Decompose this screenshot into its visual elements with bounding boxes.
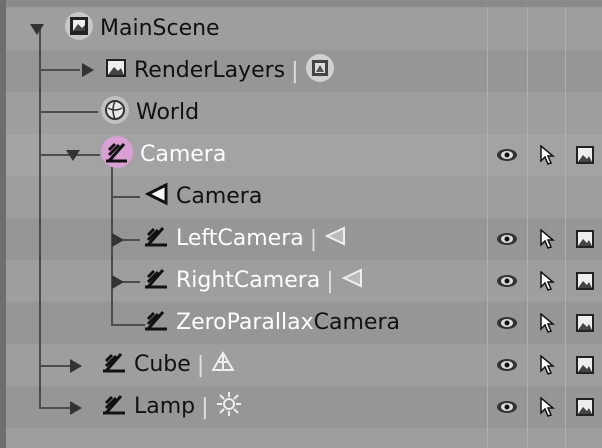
panel-header-strip — [0, 0, 602, 7]
render-icon[interactable] — [574, 270, 596, 292]
eye-icon[interactable] — [496, 270, 518, 292]
tree-item-label: World — [136, 100, 200, 125]
render-icon[interactable] — [574, 312, 596, 334]
lamp-icon[interactable] — [215, 390, 243, 424]
tree-item-world[interactable]: World — [100, 92, 199, 134]
panel-left-border — [0, 0, 6, 448]
label-prefix: ZeroParallax — [176, 310, 314, 335]
tree-item-leftcamera[interactable]: LeftCamera | — [142, 218, 347, 260]
tree-item-label: ZeroParallaxCamera — [176, 302, 400, 344]
world-icon — [100, 95, 130, 131]
object-axis-icon — [142, 222, 170, 256]
separator: | — [196, 352, 205, 378]
label-suffix: Camera — [313, 310, 400, 335]
outliner-panel: MainScene RenderLayers | World Camera Ca… — [0, 0, 602, 448]
object-axis-icon — [142, 306, 170, 340]
column-separator — [487, 7, 488, 448]
object-axis-icon — [100, 135, 134, 175]
separator: | — [326, 268, 334, 294]
eye-icon[interactable] — [496, 312, 518, 334]
cursor-icon[interactable] — [536, 144, 558, 166]
tree-item-lamp[interactable]: Lamp | — [100, 386, 243, 428]
cursor-icon[interactable] — [536, 354, 558, 376]
separator: | — [291, 58, 299, 84]
tree-item-cube[interactable]: Cube | — [100, 344, 236, 386]
render-icon[interactable] — [574, 354, 596, 376]
mesh-icon[interactable] — [210, 349, 236, 381]
outliner-row[interactable] — [6, 176, 602, 218]
tree-item-label: MainScene — [100, 16, 220, 41]
object-axis-icon — [100, 348, 128, 382]
eye-icon[interactable] — [496, 144, 518, 166]
render-layers-icon — [104, 56, 128, 86]
tree-item-zeroparallaxcamera[interactable]: ZeroParallaxCamera — [142, 302, 400, 344]
tree-item-label: RenderLayers — [134, 58, 286, 83]
camera-data-icon — [144, 181, 170, 213]
eye-icon[interactable] — [496, 228, 518, 250]
tree-item-renderlayers[interactable]: RenderLayers | — [104, 50, 335, 92]
scene-icon — [64, 11, 94, 47]
tree-item-label: LeftCamera — [176, 226, 304, 251]
tree-item-camera-object[interactable]: Camera — [100, 134, 226, 176]
render-layer-sub-icon[interactable] — [305, 53, 335, 89]
tree-item-mainscene[interactable]: MainScene — [64, 8, 220, 50]
cursor-icon[interactable] — [536, 396, 558, 418]
eye-icon[interactable] — [496, 354, 518, 376]
outliner-row[interactable] — [6, 92, 602, 134]
cursor-icon[interactable] — [536, 270, 558, 292]
separator: | — [309, 226, 318, 252]
camera-data-icon[interactable] — [340, 266, 364, 296]
object-axis-icon — [142, 264, 170, 298]
eye-icon[interactable] — [496, 396, 518, 418]
outliner-row — [6, 428, 602, 448]
object-axis-icon — [100, 390, 128, 424]
separator: | — [201, 394, 209, 420]
tree-item-label: Lamp — [134, 394, 196, 419]
tree-item-label: Camera — [176, 184, 263, 209]
render-icon[interactable] — [574, 144, 596, 166]
cursor-icon[interactable] — [536, 312, 558, 334]
tree-item-camera-data[interactable]: Camera — [144, 176, 262, 218]
tree-item-label: RightCamera — [176, 268, 321, 293]
column-separator — [565, 7, 566, 448]
render-icon[interactable] — [574, 228, 596, 250]
cursor-icon[interactable] — [536, 228, 558, 250]
camera-data-icon[interactable] — [323, 224, 347, 254]
tree-item-rightcamera[interactable]: RightCamera | — [142, 260, 364, 302]
tree-item-label: Camera — [140, 142, 227, 167]
column-separator — [527, 7, 528, 448]
render-icon[interactable] — [574, 396, 596, 418]
tree-item-label: Cube — [134, 352, 191, 377]
